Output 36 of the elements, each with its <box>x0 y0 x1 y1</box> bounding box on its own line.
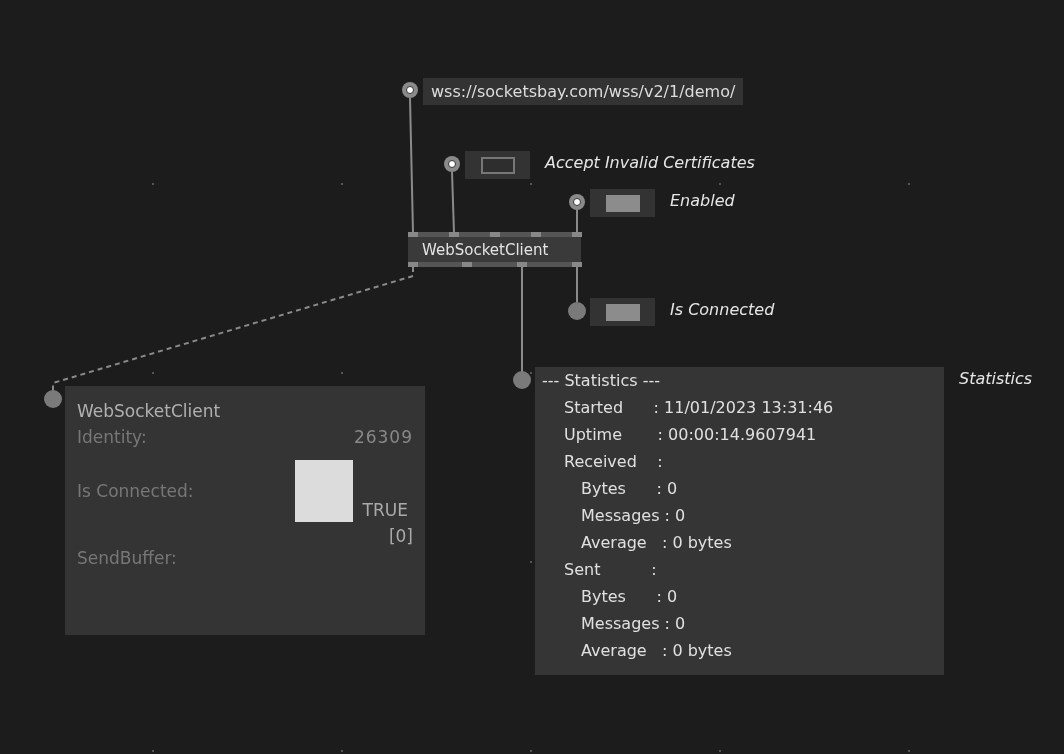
statistics-line: Messages : 0 <box>580 613 687 635</box>
field-value: TRUE <box>362 499 408 522</box>
input-pin-icon[interactable] <box>402 82 418 98</box>
statistics-line: Sent : <box>563 559 658 581</box>
pin-label: Statistics <box>959 368 1033 390</box>
link-line <box>576 266 578 303</box>
output-pin-icon[interactable] <box>44 390 62 408</box>
node-box[interactable]: WebSocketClient <box>408 232 581 267</box>
link-line <box>576 209 578 234</box>
field-label: SendBuffer: <box>77 548 178 568</box>
url-field[interactable]: wss://socketsbay.com/wss/v2/1/demo/ <box>423 78 744 105</box>
statistics-line: Received : <box>563 451 664 473</box>
field-value: [0] <box>388 525 413 548</box>
toggle-box[interactable] <box>590 189 655 217</box>
pin-label: Is Connected <box>670 299 775 321</box>
field-value: 26309 <box>353 426 413 449</box>
statistics-line: Bytes : 0 <box>580 478 679 500</box>
statistics-line: Average : 0 bytes <box>580 640 733 662</box>
link-line <box>451 171 455 234</box>
toggle-box[interactable] <box>465 151 530 179</box>
statistics-line: Messages : 0 <box>580 505 687 527</box>
field-label: Is Connected: <box>77 480 194 503</box>
output-pin-icon[interactable] <box>568 302 586 320</box>
input-pin-icon[interactable] <box>513 371 531 389</box>
statistics-line: Average : 0 bytes <box>580 532 733 554</box>
statistics-line: Uptime : 00:00:14.9607941 <box>563 424 818 446</box>
statistics-header: --- Statistics --- <box>542 370 661 392</box>
input-pin-icon[interactable] <box>569 194 585 210</box>
field-label: Identity: <box>77 426 147 449</box>
toggle-box[interactable] <box>590 298 655 326</box>
pin-label: Enabled <box>670 190 735 212</box>
input-pin-icon[interactable] <box>444 156 460 172</box>
tooltip-title: WebSocketClient <box>77 400 222 423</box>
statistics-line: Bytes : 0 <box>580 586 679 608</box>
statistics-line: Started : 11/01/2023 13:31:46 <box>563 397 835 419</box>
pin-label: Accept Invalid Certificates <box>545 152 755 174</box>
